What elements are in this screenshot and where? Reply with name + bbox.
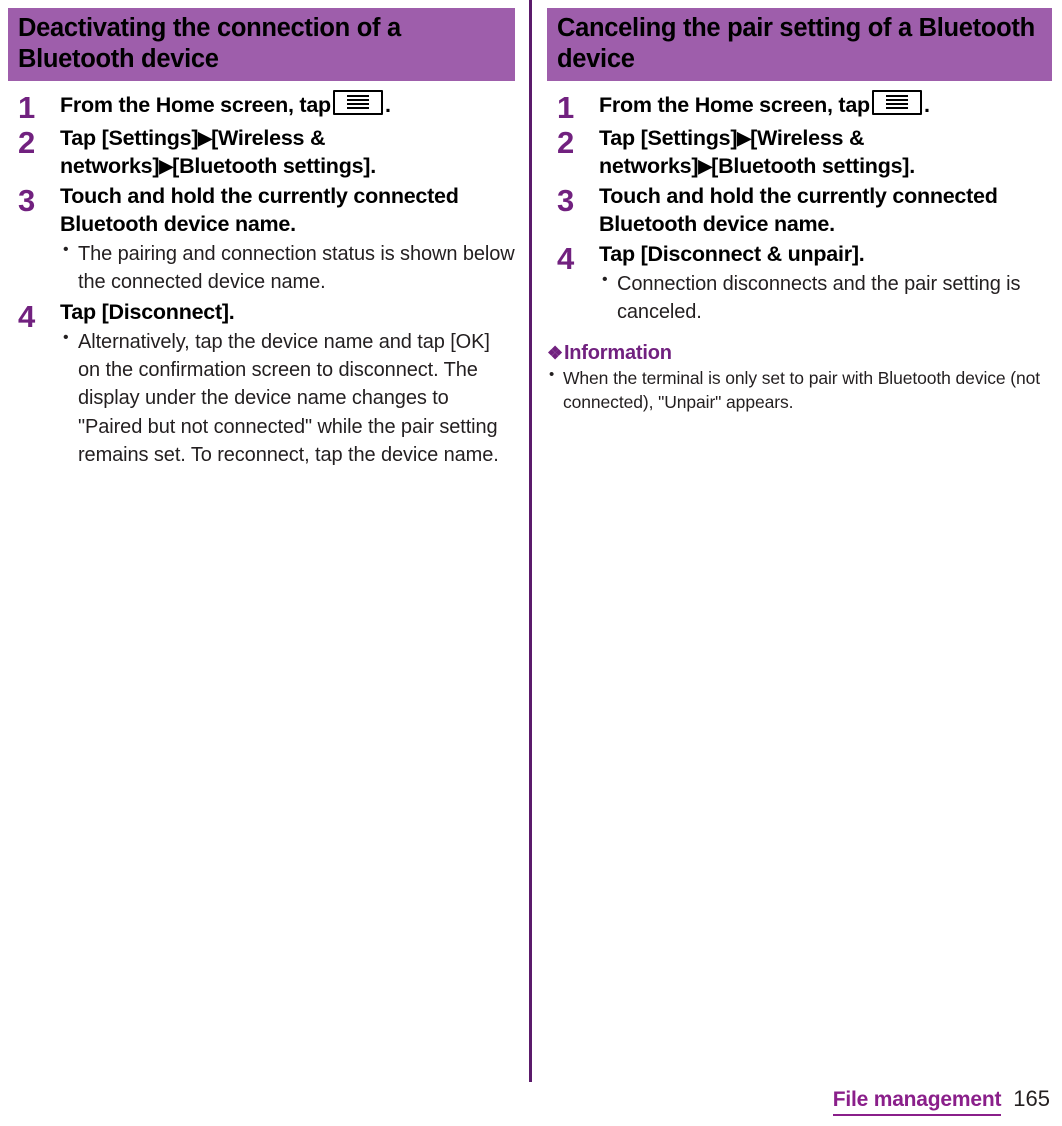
step-number: 3	[557, 183, 575, 219]
section-heading-band-right: Canceling the pair setting of a Bluetoot…	[547, 8, 1052, 82]
step-note-list: Connection disconnects and the pair sett…	[599, 269, 1052, 327]
page-footer: File management 165	[832, 1086, 1050, 1116]
step-title: Tap [Disconnect].	[60, 299, 235, 324]
step-item: 1 From the Home screen, tap.	[8, 90, 515, 123]
step-note: The pairing and connection status is sho…	[60, 239, 515, 297]
step-title-suffix: .	[384, 93, 391, 118]
step-body: Tap [Settings]▶[Wireless & networks]▶[Bl…	[60, 125, 515, 181]
step-number: 2	[18, 125, 36, 161]
diamond-marker-icon: ❖	[547, 342, 563, 363]
step-title: Touch and hold the currently connected B…	[60, 184, 459, 236]
information-heading-label: Information	[563, 341, 672, 364]
step-body: Touch and hold the currently connected B…	[60, 183, 515, 297]
section-heading-title: Deactivating the connection of a Bluetoo…	[18, 14, 401, 73]
arrow-right-icon: ▶	[159, 156, 173, 177]
step-body: Tap [Disconnect & unpair]. Connection di…	[599, 241, 1052, 327]
right-column: Canceling the pair setting of a Bluetoot…	[531, 0, 1062, 472]
section-heading-title: Canceling the pair setting of a Bluetoot…	[557, 14, 1035, 73]
step-item: 3 Touch and hold the currently connected…	[8, 183, 515, 297]
step-title-part: Tap [Settings]	[599, 126, 738, 151]
step-title-part: [Bluetooth settings].	[172, 154, 376, 179]
step-number: 1	[557, 90, 575, 126]
left-column: Deactivating the connection of a Bluetoo…	[0, 0, 531, 472]
menu-key-icon	[871, 90, 922, 116]
step-item: 4 Tap [Disconnect]. Alternatively, tap t…	[8, 299, 515, 470]
step-note-list: Alternatively, tap the device name and t…	[60, 327, 515, 470]
manual-page: Deactivating the connection of a Bluetoo…	[0, 0, 1062, 1126]
footer-chapter-label: File management	[832, 1088, 1001, 1116]
step-number: 4	[18, 298, 36, 334]
information-list: When the terminal is only set to pair wi…	[547, 365, 1052, 414]
step-body: Touch and hold the currently connected B…	[599, 183, 1052, 239]
step-item: 2 Tap [Settings]▶[Wireless & networks]▶[…	[8, 125, 515, 181]
step-body: Tap [Settings]▶[Wireless & networks]▶[Bl…	[599, 125, 1052, 181]
step-body: From the Home screen, tap.	[599, 90, 1052, 120]
arrow-right-icon: ▶	[737, 128, 751, 149]
step-note: Connection disconnects and the pair sett…	[599, 269, 1052, 327]
menu-key-icon	[332, 90, 383, 116]
step-title-text: From the Home screen, tap	[60, 93, 331, 118]
page-columns: Deactivating the connection of a Bluetoo…	[0, 0, 1062, 472]
step-number: 2	[557, 125, 575, 161]
step-item: 4 Tap [Disconnect & unpair]. Connection …	[547, 241, 1052, 327]
step-item: 3 Touch and hold the currently connected…	[547, 183, 1052, 239]
step-number: 3	[18, 183, 36, 219]
arrow-right-icon: ▶	[198, 128, 212, 149]
step-title: Tap [Disconnect & unpair].	[599, 241, 865, 266]
step-title-suffix: .	[923, 93, 930, 118]
step-body: From the Home screen, tap.	[60, 90, 515, 120]
arrow-right-icon: ▶	[698, 156, 712, 177]
step-title-part: [Bluetooth settings].	[711, 154, 915, 179]
step-title-part: Tap [Settings]	[60, 126, 199, 151]
information-block: ❖Information When the terminal is only s…	[547, 341, 1052, 414]
information-heading: ❖Information	[547, 341, 1052, 365]
section-heading-band-left: Deactivating the connection of a Bluetoo…	[8, 8, 515, 82]
step-item: 1 From the Home screen, tap.	[547, 90, 1052, 123]
step-note-list: The pairing and connection status is sho…	[60, 239, 515, 297]
step-title: Touch and hold the currently connected B…	[599, 184, 998, 236]
information-item: When the terminal is only set to pair wi…	[547, 365, 1052, 414]
step-title: Tap [Settings]▶[Wireless & networks]▶[Bl…	[599, 125, 1052, 181]
step-number: 4	[557, 240, 575, 276]
step-title-text: From the Home screen, tap	[599, 93, 870, 118]
page-number: 165	[1013, 1086, 1050, 1111]
step-note: Alternatively, tap the device name and t…	[60, 327, 515, 470]
step-title: From the Home screen, tap.	[60, 90, 515, 120]
step-item: 2 Tap [Settings]▶[Wireless & networks]▶[…	[547, 125, 1052, 181]
step-number: 1	[18, 90, 36, 126]
step-title: Tap [Settings]▶[Wireless & networks]▶[Bl…	[60, 125, 515, 181]
step-body: Tap [Disconnect]. Alternatively, tap the…	[60, 299, 515, 470]
step-title: From the Home screen, tap.	[599, 90, 1052, 120]
